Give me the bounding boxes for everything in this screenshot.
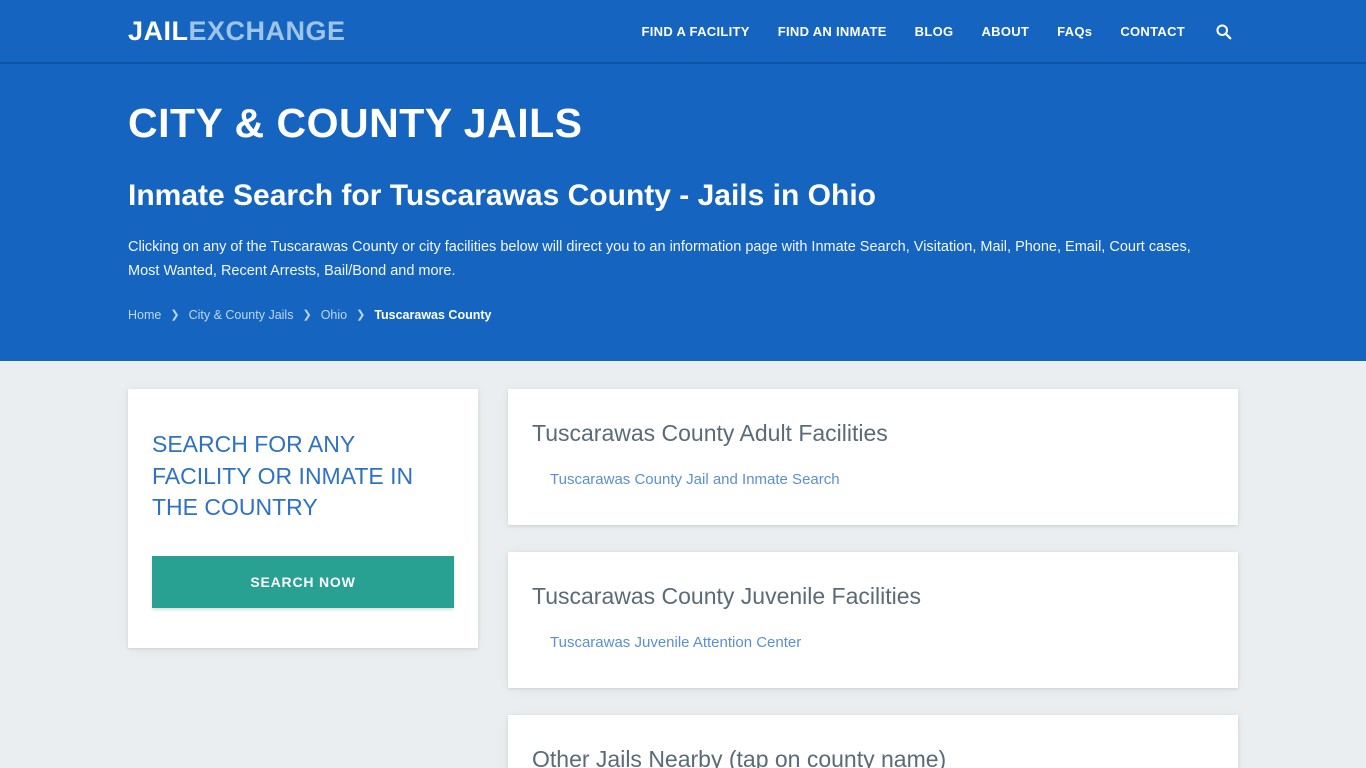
navbar-container: JAILEXCHANGE FIND A FACILITY FIND AN INM… — [128, 0, 1238, 62]
facilities-column: Tuscarawas County Adult Facilities Tusca… — [508, 389, 1238, 768]
breadcrumb-item-current: Tuscarawas County — [374, 307, 492, 322]
nav-link-find-a-facility[interactable]: FIND A FACILITY — [627, 16, 763, 47]
main-navigation: FIND A FACILITY FIND AN INMATE BLOG ABOU… — [627, 15, 1238, 48]
nav-item-faqs: FAQs — [1043, 16, 1106, 47]
nav-link-faqs[interactable]: FAQs — [1043, 16, 1106, 47]
site-logo[interactable]: JAILEXCHANGE — [128, 15, 346, 46]
list-item: Tuscarawas County Jail and Inmate Search — [532, 471, 1214, 489]
nav-link-about[interactable]: ABOUT — [967, 16, 1043, 47]
logo-text-primary: JAIL — [128, 15, 189, 46]
search-card-title: SEARCH FOR ANY FACILITY OR INMATE IN THE… — [152, 431, 414, 520]
juvenile-facilities-card: Tuscarawas County Juvenile Facilities Tu… — [508, 551, 1238, 688]
nav-item-find-an-inmate: FIND AN INMATE — [764, 16, 901, 47]
hero-container: CITY & COUNTY JAILS Inmate Search for Tu… — [128, 100, 1238, 322]
chevron-right-icon: ❯ — [356, 309, 366, 322]
nav-item-find-a-facility: FIND A FACILITY — [627, 16, 763, 47]
nav-item-search — [1199, 15, 1238, 48]
page-title: CITY & COUNTY JAILS — [128, 100, 583, 146]
other-jails-nearby-card: Other Jails Nearby (tap on county name) — [508, 714, 1238, 768]
juvenile-facilities-title: Tuscarawas County Juvenile Facilities — [532, 582, 922, 609]
search-now-button[interactable]: SEARCH NOW — [152, 555, 454, 608]
list-item: Tuscarawas Juvenile Attention Center — [532, 634, 1214, 652]
adult-facilities-card: Tuscarawas County Adult Facilities Tusca… — [508, 389, 1238, 525]
hero-section: CITY & COUNTY JAILS Inmate Search for Tu… — [0, 64, 1366, 361]
nav-item-blog: BLOG — [901, 16, 968, 47]
main-content: SEARCH FOR ANY FACILITY OR INMATE IN THE… — [128, 361, 1238, 768]
breadcrumb-item-home[interactable]: Home — [128, 308, 161, 322]
breadcrumb: Home ❯ City & County Jails ❯ Ohio ❯ Tusc… — [128, 308, 1238, 322]
chevron-right-icon: ❯ — [302, 309, 312, 322]
facility-link-tuscarawas-county-jail[interactable]: Tuscarawas County Jail and Inmate Search — [532, 471, 840, 488]
nav-list: FIND A FACILITY FIND AN INMATE BLOG ABOU… — [627, 15, 1238, 48]
search-icon[interactable] — [1199, 15, 1238, 48]
adult-facilities-list: Tuscarawas County Jail and Inmate Search — [532, 471, 1214, 489]
chevron-right-icon: ❯ — [170, 309, 180, 322]
nav-link-blog[interactable]: BLOG — [901, 16, 968, 47]
page-description: Clicking on any of the Tuscarawas County… — [128, 239, 1191, 280]
page-subtitle: Inmate Search for Tuscarawas County - Ja… — [128, 179, 876, 213]
other-jails-nearby-title: Other Jails Nearby (tap on county name) — [532, 745, 947, 768]
nav-link-find-an-inmate[interactable]: FIND AN INMATE — [764, 16, 901, 47]
site-header: JAILEXCHANGE FIND A FACILITY FIND AN INM… — [0, 0, 1366, 64]
search-facility-card: SEARCH FOR ANY FACILITY OR INMATE IN THE… — [128, 389, 478, 648]
breadcrumb-item-ohio[interactable]: Ohio — [321, 308, 347, 322]
nav-link-contact[interactable]: CONTACT — [1106, 16, 1199, 47]
nav-item-contact: CONTACT — [1106, 16, 1199, 47]
adult-facilities-title: Tuscarawas County Adult Facilities — [532, 420, 888, 446]
nav-item-about: ABOUT — [967, 16, 1043, 47]
breadcrumb-item-city-county-jails[interactable]: City & County Jails — [189, 308, 294, 322]
facility-link-tuscarawas-juvenile-attention-center[interactable]: Tuscarawas Juvenile Attention Center — [532, 634, 801, 651]
juvenile-facilities-list: Tuscarawas Juvenile Attention Center — [532, 634, 1214, 652]
logo-text-secondary: EXCHANGE — [188, 15, 346, 46]
